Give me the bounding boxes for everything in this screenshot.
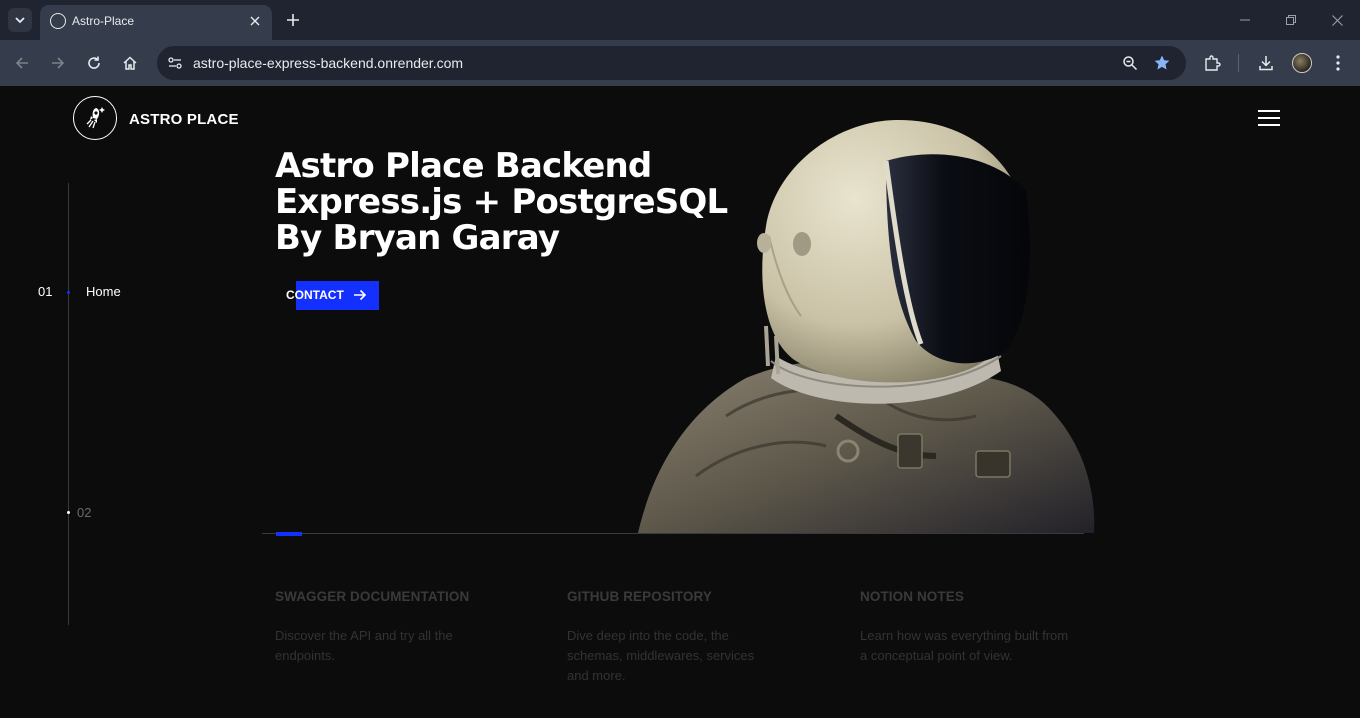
toolbar-divider — [1238, 54, 1239, 72]
feature-description: Discover the API and try all the endpoin… — [275, 628, 453, 663]
chevron-down-icon — [15, 17, 25, 24]
home-icon — [123, 56, 137, 70]
forward-icon — [52, 57, 65, 69]
hamburger-line — [1258, 117, 1280, 119]
favicon-icon — [50, 13, 66, 29]
browser-toolbar: astro-place-express-backend.onrender.com — [0, 40, 1360, 86]
feature-description: Learn how was everything built from a co… — [860, 628, 1069, 663]
kebab-menu-icon — [1336, 55, 1340, 71]
url-text[interactable]: astro-place-express-backend.onrender.com — [193, 55, 463, 71]
restore-icon — [1286, 15, 1296, 25]
slide-number-01[interactable]: 01 — [38, 284, 52, 299]
zoom-button[interactable] — [1120, 53, 1140, 73]
reload-icon — [88, 56, 100, 69]
back-icon — [15, 57, 28, 69]
slide-dot — [67, 511, 70, 514]
contact-button-label[interactable]: CONTACT — [286, 288, 344, 302]
page-content: ASTRO PLACE 01 Home 02 Astro Place Backe… — [0, 86, 1360, 718]
bookmark-button[interactable] — [1152, 53, 1172, 73]
download-icon — [1259, 56, 1273, 71]
hamburger-menu-button[interactable] — [1258, 110, 1280, 126]
site-logo[interactable] — [73, 96, 117, 140]
site-info-button[interactable] — [165, 53, 185, 73]
browser-menu-button[interactable] — [1326, 51, 1350, 75]
forward-button[interactable] — [46, 51, 70, 75]
close-window-button[interactable] — [1327, 10, 1347, 30]
tab-search-button[interactable] — [8, 8, 32, 32]
tab-title: Astro-Place — [72, 14, 135, 28]
close-window-icon — [1331, 14, 1343, 26]
plus-icon — [287, 14, 299, 26]
slider-progress-fill — [276, 532, 302, 536]
back-button[interactable] — [10, 51, 34, 75]
tab-astro-place[interactable]: Astro-Place — [40, 5, 272, 40]
feature-notion[interactable]: NOTION NOTES Learn how was everything bu… — [860, 589, 1090, 666]
slide-dot-active — [67, 291, 70, 294]
star-icon — [1154, 55, 1170, 70]
new-tab-button[interactable] — [282, 9, 304, 31]
slider-progress-track — [262, 533, 1084, 534]
feature-title[interactable]: NOTION NOTES — [860, 589, 1090, 604]
slide-number-02[interactable]: 02 — [77, 505, 91, 520]
extensions-icon — [1205, 55, 1221, 71]
zoom-icon — [1123, 56, 1138, 71]
hero-line-3: By Bryan Garay — [275, 218, 560, 258]
feature-title[interactable]: SWAGGER DOCUMENTATION — [275, 589, 505, 604]
close-tab-button[interactable] — [246, 12, 264, 30]
minimize-button[interactable] — [1235, 10, 1255, 30]
hamburger-line — [1258, 124, 1280, 126]
feature-title[interactable]: GITHUB REPOSITORY — [567, 589, 797, 604]
arrow-right-icon — [354, 289, 367, 301]
downloads-button[interactable] — [1254, 51, 1278, 75]
extensions-button[interactable] — [1200, 51, 1224, 75]
tab-strip: Astro-Place — [0, 0, 1360, 40]
slide-nav-line — [68, 183, 69, 625]
restore-button[interactable] — [1281, 10, 1301, 30]
hamburger-line — [1258, 110, 1280, 112]
profile-avatar[interactable] — [1292, 53, 1312, 73]
home-button[interactable] — [118, 51, 142, 75]
hero-title: Astro Place Backend Express.js + Postgre… — [275, 146, 728, 258]
hero-line-1: Astro Place Backend — [275, 146, 652, 186]
site-info-icon — [168, 57, 182, 69]
feature-description: Dive deep into the code, the schemas, mi… — [567, 628, 755, 683]
feature-github[interactable]: GITHUB REPOSITORY Dive deep into the cod… — [567, 589, 797, 686]
reload-button[interactable] — [82, 51, 106, 75]
minimize-icon — [1240, 19, 1250, 21]
rocket-logo-icon — [86, 107, 105, 129]
close-icon — [250, 16, 260, 26]
feature-swagger[interactable]: SWAGGER DOCUMENTATION Discover the API a… — [275, 589, 505, 666]
slide-label-home[interactable]: Home — [86, 284, 121, 299]
logo-text[interactable]: ASTRO PLACE — [129, 111, 239, 128]
hero-line-2: Express.js + PostgreSQL — [275, 182, 728, 222]
address-bar[interactable]: astro-place-express-backend.onrender.com — [157, 46, 1186, 80]
